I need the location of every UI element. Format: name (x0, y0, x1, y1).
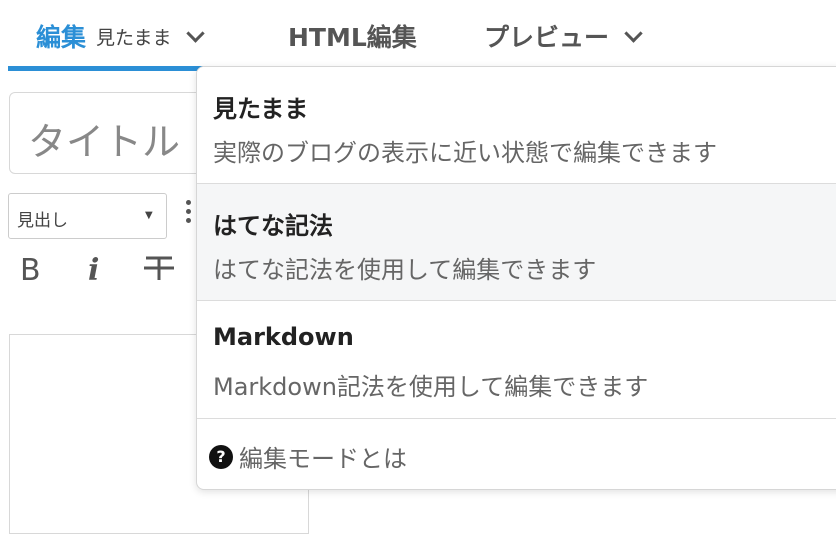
mode-option-name: Markdown (213, 323, 354, 351)
select-arrow-icon: ▼ (145, 210, 153, 221)
tab-preview[interactable]: プレビュー (484, 18, 643, 54)
mode-option-hatena[interactable]: はてな記法 はてな記法を使用して編集できます (197, 184, 836, 301)
more-options-icon[interactable] (186, 200, 194, 224)
tab-edit-label: 編集 (36, 23, 87, 52)
tab-edit-mode: 見たまま (96, 26, 172, 49)
question-icon: ? (209, 444, 233, 469)
mode-option-desc: Markdown記法を使用して編集できます (213, 373, 649, 401)
chevron-down-icon (624, 23, 643, 43)
active-tab-indicator (8, 66, 203, 71)
heading-select-value: 見出し (17, 211, 68, 231)
tab-html-edit[interactable]: HTML編集 (288, 18, 417, 54)
strikethrough-icon (144, 256, 174, 280)
mode-option-wysiwyg[interactable]: 見たまま 実際のブログの表示に近い状態で編集できます (197, 67, 836, 184)
help-link-label: 編集モードとは (239, 445, 407, 473)
title-placeholder: タイトル (28, 120, 181, 164)
italic-button[interactable]: i (88, 253, 99, 288)
mode-option-desc: はてな記法を使用して編集できます (213, 256, 597, 284)
mode-option-name: 見たまま (213, 95, 309, 123)
tab-html-label: HTML編集 (288, 23, 417, 52)
mode-option-name: はてな記法 (213, 212, 333, 240)
edit-mode-dropdown: 見たまま 実際のブログの表示に近い状態で編集できます はてな記法 はてな記法を使… (196, 66, 836, 490)
chevron-down-icon (186, 23, 206, 43)
tab-preview-label: プレビュー (484, 23, 610, 52)
editor-tabs: 編集 見たまま HTML編集 プレビュー (0, 0, 836, 72)
tab-edit[interactable]: 編集 見たまま (36, 18, 206, 54)
mode-option-markdown[interactable]: Markdown Markdown記法を使用して編集できます (197, 301, 836, 419)
heading-select[interactable]: 見出し ▼ (8, 193, 167, 239)
mode-option-desc: 実際のブログの表示に近い状態で編集できます (213, 139, 717, 167)
bold-button[interactable]: B (20, 253, 41, 288)
edit-mode-help-link[interactable]: ? 編集モードとは (209, 439, 407, 474)
strikethrough-button[interactable] (142, 253, 176, 291)
